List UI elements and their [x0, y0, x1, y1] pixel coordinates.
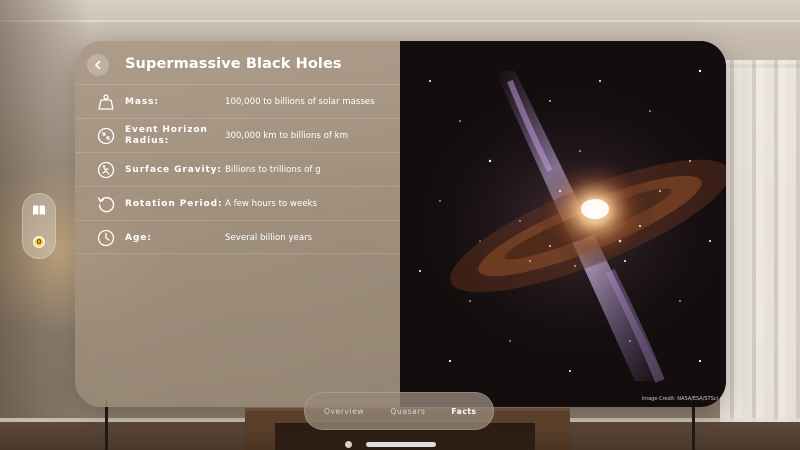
book-icon [33, 205, 45, 215]
main-window: Supermassive Black Holes Mass: 100,000 t… [75, 41, 726, 407]
stand-leg-left [105, 400, 108, 450]
tab-bar: Overview Quasars Facts [304, 392, 494, 430]
fact-label: Surface Gravity: [125, 164, 222, 175]
info-pane: Supermassive Black Holes Mass: 100,000 t… [75, 41, 400, 407]
coin-button[interactable]: 0 [26, 229, 52, 255]
fact-label: Rotation Period: [125, 198, 223, 209]
event-horizon-icon [96, 126, 116, 146]
curtain [720, 60, 800, 430]
page-title: Supermassive Black Holes [125, 56, 342, 72]
image-credit: Image Credit: NASA/ESA/STScI [641, 396, 718, 402]
tab-overview[interactable]: Overview [316, 392, 372, 430]
tab-quasars[interactable]: Quasars [380, 392, 436, 430]
fact-value: Several billion years [225, 233, 313, 243]
fact-value: Billions to trillions of g [225, 165, 321, 175]
fact-row-event-horizon: Event Horizon Radius: 300,000 km to bill… [75, 118, 400, 152]
weight-icon [96, 92, 116, 112]
fact-row-age: Age: Several billion years [75, 220, 400, 254]
facts-list: Mass: 100,000 to billions of solar masse… [75, 84, 400, 254]
fact-value: 300,000 km to billions of km [225, 131, 348, 141]
fact-value: 100,000 to billions of solar masses [225, 97, 375, 107]
clock-icon [96, 228, 116, 248]
fact-value: A few hours to weeks [225, 199, 317, 209]
coin-icon: 0 [33, 236, 45, 248]
fact-label: Event Horizon Radius: [125, 125, 208, 146]
fact-row-rotation-period: Rotation Period: A few hours to weeks [75, 186, 400, 220]
window-close-dot[interactable] [345, 441, 352, 448]
fact-label: Age: [125, 232, 152, 243]
book-button[interactable] [26, 197, 52, 223]
side-ornament: 0 [22, 193, 56, 259]
ceiling-line [0, 20, 800, 22]
fact-row-surface-gravity: Surface Gravity: Billions to trillions o… [75, 152, 400, 186]
stand-leg-right [692, 400, 695, 450]
gravity-icon [96, 160, 116, 180]
back-button[interactable] [87, 54, 109, 76]
chevron-left-icon [95, 60, 101, 70]
tab-facts[interactable]: Facts [440, 392, 488, 430]
window-grabber[interactable] [366, 442, 436, 447]
fact-label: Mass: [125, 96, 159, 107]
galaxy-illustration [400, 41, 726, 407]
rotation-icon [96, 194, 116, 214]
galaxy-image: Image Credit: NASA/ESA/STScI [400, 41, 726, 407]
fact-row-mass: Mass: 100,000 to billions of solar masse… [75, 84, 400, 118]
